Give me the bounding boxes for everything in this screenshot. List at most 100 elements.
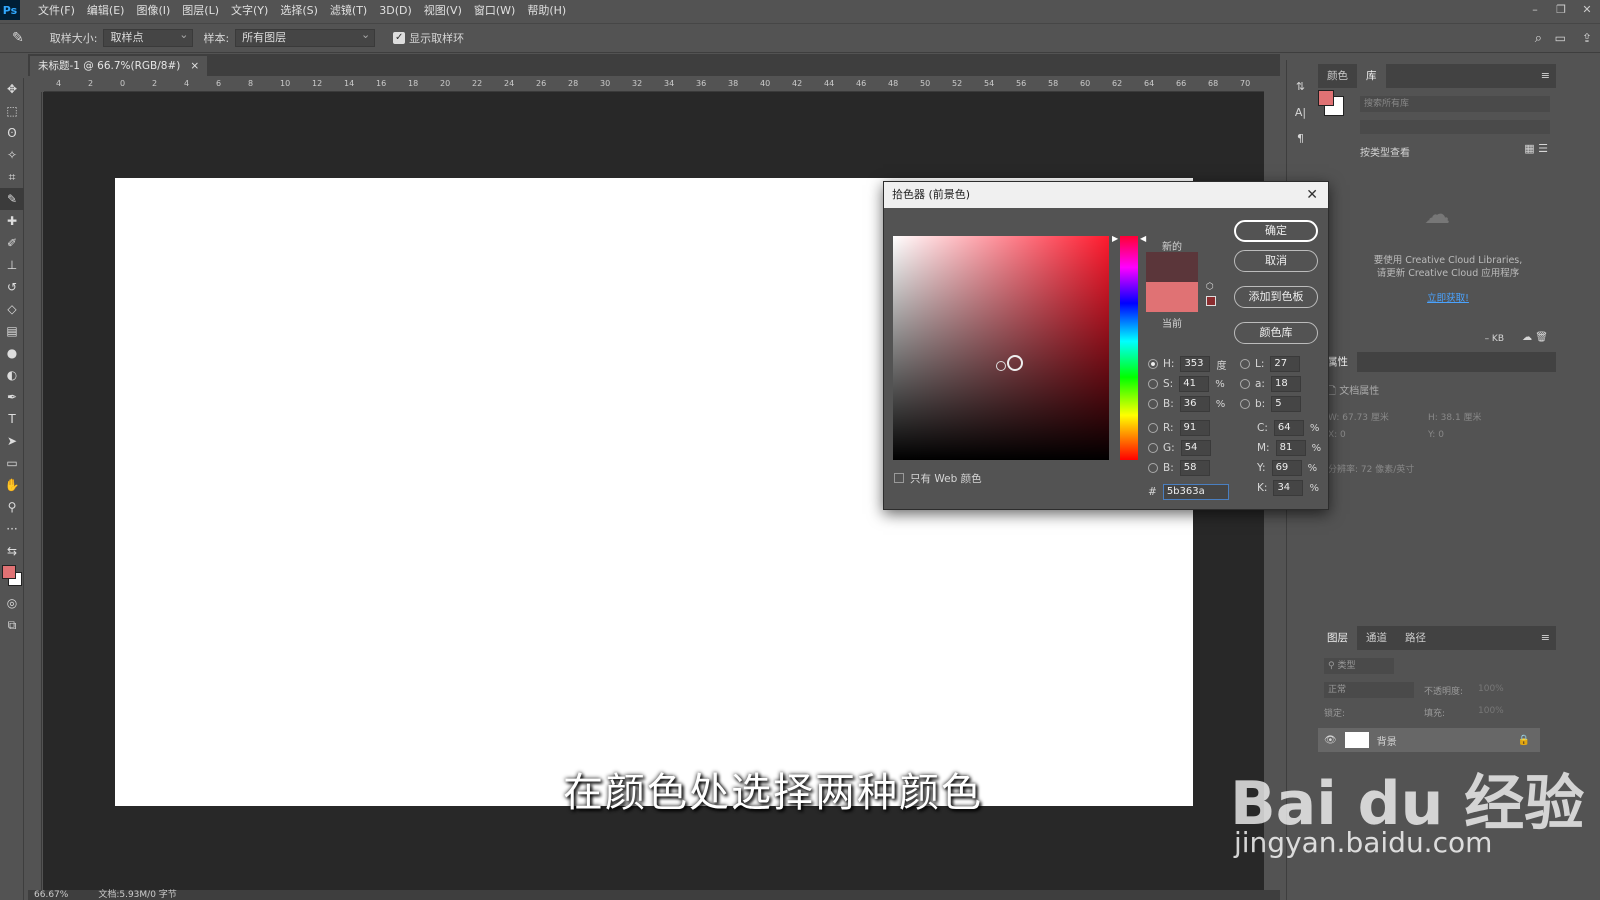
crop-tool-icon[interactable]: ⌗	[0, 166, 24, 188]
web-safe-warning-icon[interactable]	[1206, 296, 1216, 306]
add-to-swatches-button[interactable]: 添加到色板	[1234, 286, 1318, 308]
h-input[interactable]: 353	[1180, 356, 1211, 372]
workspace-icon[interactable]: ▭	[1555, 31, 1566, 45]
g-input[interactable]: 54	[1180, 440, 1211, 456]
eraser-tool-icon[interactable]: ◇	[0, 298, 24, 320]
library-actions-icon[interactable]: ☁ 🗑	[1522, 332, 1548, 343]
minimize-icon[interactable]: –	[1522, 0, 1548, 20]
tab-libraries[interactable]: 库	[1357, 64, 1386, 88]
ok-button[interactable]: 确定	[1234, 220, 1318, 242]
brightness-input[interactable]: 36	[1179, 396, 1210, 412]
horizontal-ruler[interactable]: 4 2 0 2 4 6 8 10 12 14 16 18 20 22 24 26 28 30 32 34 36 38 40 4…	[44, 78, 1264, 92]
tab-layers[interactable]: 图层	[1318, 626, 1357, 650]
menu-window[interactable]: 窗口(W)	[468, 2, 521, 18]
hue-arrow-left-icon[interactable]: ▶	[1112, 234, 1118, 243]
document-tab[interactable]: 未标题-1 @ 66.7%(RGB/8#) ×	[30, 56, 208, 76]
marquee-tool-icon[interactable]: ⬚	[0, 100, 24, 122]
sample-size-select[interactable]: 取样点	[103, 27, 194, 47]
screen-mode-icon[interactable]: ⧉	[0, 614, 24, 636]
search-icon[interactable]: ⌕	[1535, 31, 1542, 46]
layers-menu-icon[interactable]: ≡	[1535, 626, 1556, 650]
blend-mode-select[interactable]: 正常	[1324, 682, 1414, 698]
panel-menu-icon[interactable]: ≡	[1535, 64, 1556, 88]
lab-b-input[interactable]: 5	[1271, 396, 1302, 412]
character-panel-icon[interactable]: A|	[1287, 100, 1314, 126]
eyedropper-tool-icon[interactable]: ✎	[0, 188, 24, 210]
paragraph-panel-icon[interactable]: ¶	[1287, 126, 1314, 152]
dialog-close-icon[interactable]: ✕	[1306, 182, 1318, 208]
web-only-checkbox[interactable]	[894, 473, 904, 483]
move-tool-icon[interactable]: ✥	[0, 78, 24, 100]
blue-input[interactable]: 58	[1179, 460, 1210, 476]
menu-edit[interactable]: 编辑(E)	[81, 2, 131, 18]
a-radio[interactable]	[1240, 379, 1250, 389]
menu-view[interactable]: 视图(V)	[418, 2, 468, 18]
hue-arrow-right-icon[interactable]: ◀	[1140, 234, 1146, 243]
menu-filter[interactable]: 滤镜(T)	[324, 2, 373, 18]
quick-mask-icon[interactable]: ◎	[0, 592, 24, 614]
menu-type[interactable]: 文字(Y)	[225, 2, 274, 18]
history-brush-icon[interactable]: ↺	[0, 276, 24, 298]
share-icon[interactable]: ⇪	[1582, 31, 1592, 45]
library-search-input[interactable]: 搜索所有库	[1360, 96, 1550, 112]
type-tool-icon[interactable]: T	[0, 408, 24, 430]
menu-image[interactable]: 图像(I)	[130, 2, 176, 18]
healing-brush-icon[interactable]: ✚	[0, 210, 24, 232]
layer-name[interactable]: 背景	[1377, 733, 1397, 748]
history-panel-icon[interactable]: ⇅	[1287, 74, 1314, 100]
magic-wand-icon[interactable]: ✧	[0, 144, 24, 166]
k-input[interactable]: 34	[1273, 480, 1304, 496]
m-input[interactable]: 81	[1275, 440, 1306, 456]
lab-b-radio[interactable]	[1240, 399, 1250, 409]
brightness-radio[interactable]	[1148, 399, 1158, 409]
foreground-color-swatch[interactable]	[2, 565, 16, 579]
s-radio[interactable]	[1148, 379, 1158, 389]
menu-select[interactable]: 选择(S)	[274, 2, 324, 18]
tab-color[interactable]: 颜色	[1318, 64, 1357, 88]
r-radio[interactable]	[1148, 423, 1158, 433]
gradient-tool-icon[interactable]: ▤	[0, 320, 24, 342]
path-select-icon[interactable]: ➤	[0, 430, 24, 452]
layer-filter-select[interactable]: ⚲ 类型	[1324, 658, 1394, 674]
menu-3d[interactable]: 3D(D)	[373, 4, 418, 17]
opacity-input[interactable]: 100%	[1478, 684, 1504, 694]
hex-input[interactable]: 5b363a	[1162, 484, 1229, 500]
zoom-tool-icon[interactable]: ⚲	[0, 496, 24, 518]
view-by-type[interactable]: 按类型查看	[1360, 144, 1410, 159]
tab-channels[interactable]: 通道	[1357, 626, 1396, 650]
cc-get-link[interactable]: 立即获取!	[1348, 290, 1548, 304]
vertical-ruler[interactable]	[28, 92, 42, 892]
brush-tool-icon[interactable]: ✐	[0, 232, 24, 254]
cancel-button[interactable]: 取消	[1234, 250, 1318, 272]
c-input[interactable]: 64	[1273, 420, 1304, 436]
hue-slider[interactable]	[1120, 236, 1138, 460]
library-select[interactable]	[1360, 120, 1550, 134]
g-radio[interactable]	[1148, 443, 1158, 453]
menu-help[interactable]: 帮助(H)	[521, 2, 572, 18]
zoom-level[interactable]: 66.67%	[34, 890, 68, 900]
menu-file[interactable]: 文件(F)	[32, 2, 81, 18]
rectangle-tool-icon[interactable]: ▭	[0, 452, 24, 474]
show-ring-checkbox[interactable]: ✓	[393, 32, 406, 44]
color-libraries-button[interactable]: 颜色库	[1234, 322, 1318, 344]
close-tab-icon[interactable]: ×	[190, 56, 199, 76]
lasso-tool-icon[interactable]: ʘ	[0, 122, 24, 144]
y-input[interactable]: 69	[1271, 460, 1302, 476]
pen-tool-icon[interactable]: ✒	[0, 386, 24, 408]
eyedropper-icon[interactable]: ✎	[12, 30, 24, 46]
a-input[interactable]: 18	[1270, 376, 1301, 392]
saturation-brightness-field[interactable]	[893, 236, 1109, 460]
sample-select[interactable]: 所有图层	[235, 27, 376, 47]
l-radio[interactable]	[1240, 359, 1250, 369]
dodge-tool-icon[interactable]: ◐	[0, 364, 24, 386]
fill-input[interactable]: 100%	[1478, 706, 1504, 716]
color-picker-cursor[interactable]	[1007, 355, 1023, 371]
stamp-tool-icon[interactable]: ⊥	[0, 254, 24, 276]
hand-tool-icon[interactable]: ✋	[0, 474, 24, 496]
gamut-warning-icon[interactable]: ⬡	[1206, 282, 1214, 292]
visibility-eye-icon[interactable]: 👁	[1324, 735, 1337, 746]
blue-radio[interactable]	[1148, 463, 1158, 473]
l-input[interactable]: 27	[1270, 356, 1301, 372]
color-swatches[interactable]	[0, 562, 23, 592]
current-color-swatch[interactable]	[1146, 282, 1198, 312]
